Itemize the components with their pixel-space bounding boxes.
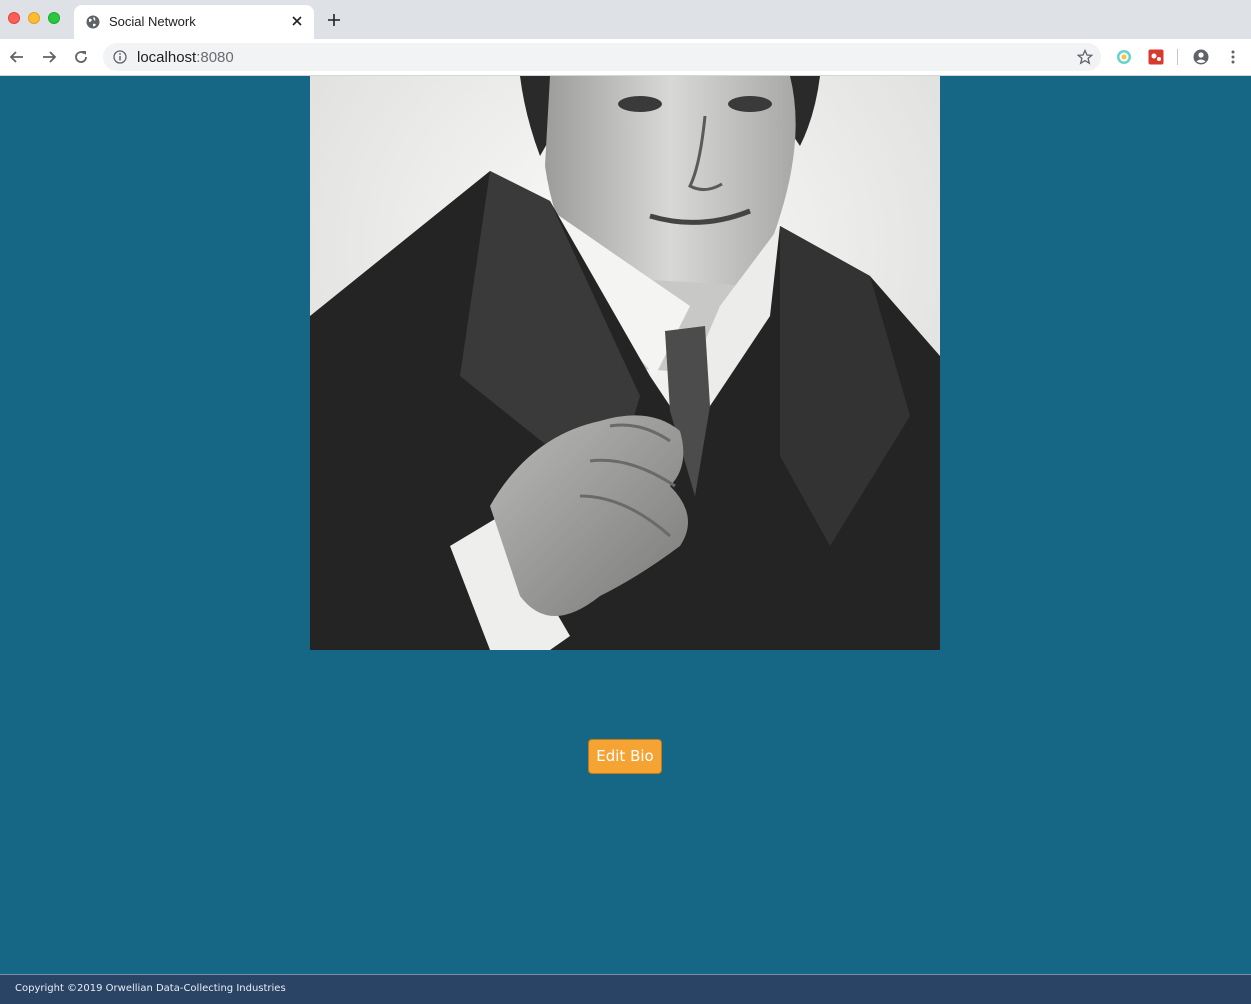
footer: Copyright ©2019 Orwellian Data-Collectin… [0,974,1251,1004]
tab-title: Social Network [109,14,196,29]
extension-red-icon[interactable] [1148,49,1164,65]
browser-toolbar: localhost:8080 [0,39,1251,76]
tab-strip: Social Network [0,0,1251,39]
url-text: localhost:8080 [137,49,234,66]
page-content: Edit Bio [0,76,1251,974]
info-icon[interactable] [113,50,127,64]
browser-menu-icon[interactable] [1225,49,1241,65]
toolbar-divider [1177,49,1178,65]
bookmark-star-icon[interactable] [1077,49,1093,65]
browser-tab[interactable]: Social Network [74,5,314,39]
copyright-text: Copyright ©2019 Orwellian Data-Collectin… [15,983,286,994]
globe-icon [86,15,100,29]
url-host: localhost [137,49,197,66]
close-tab-icon[interactable] [290,14,304,28]
profile-photo [310,76,940,650]
back-arrow-icon[interactable] [9,49,25,65]
edit-bio-button[interactable]: Edit Bio [588,739,662,774]
new-tab-icon[interactable] [327,13,341,27]
address-bar[interactable]: localhost:8080 [103,43,1101,71]
reload-icon[interactable] [73,49,89,65]
forward-arrow-icon[interactable] [41,49,57,65]
url-port: :8080 [196,49,234,66]
extension-target-icon[interactable] [1116,49,1132,65]
maximize-window-button[interactable] [48,12,60,24]
close-window-button[interactable] [8,12,20,24]
minimize-window-button[interactable] [28,12,40,24]
profile-avatar-icon[interactable] [1193,49,1209,65]
